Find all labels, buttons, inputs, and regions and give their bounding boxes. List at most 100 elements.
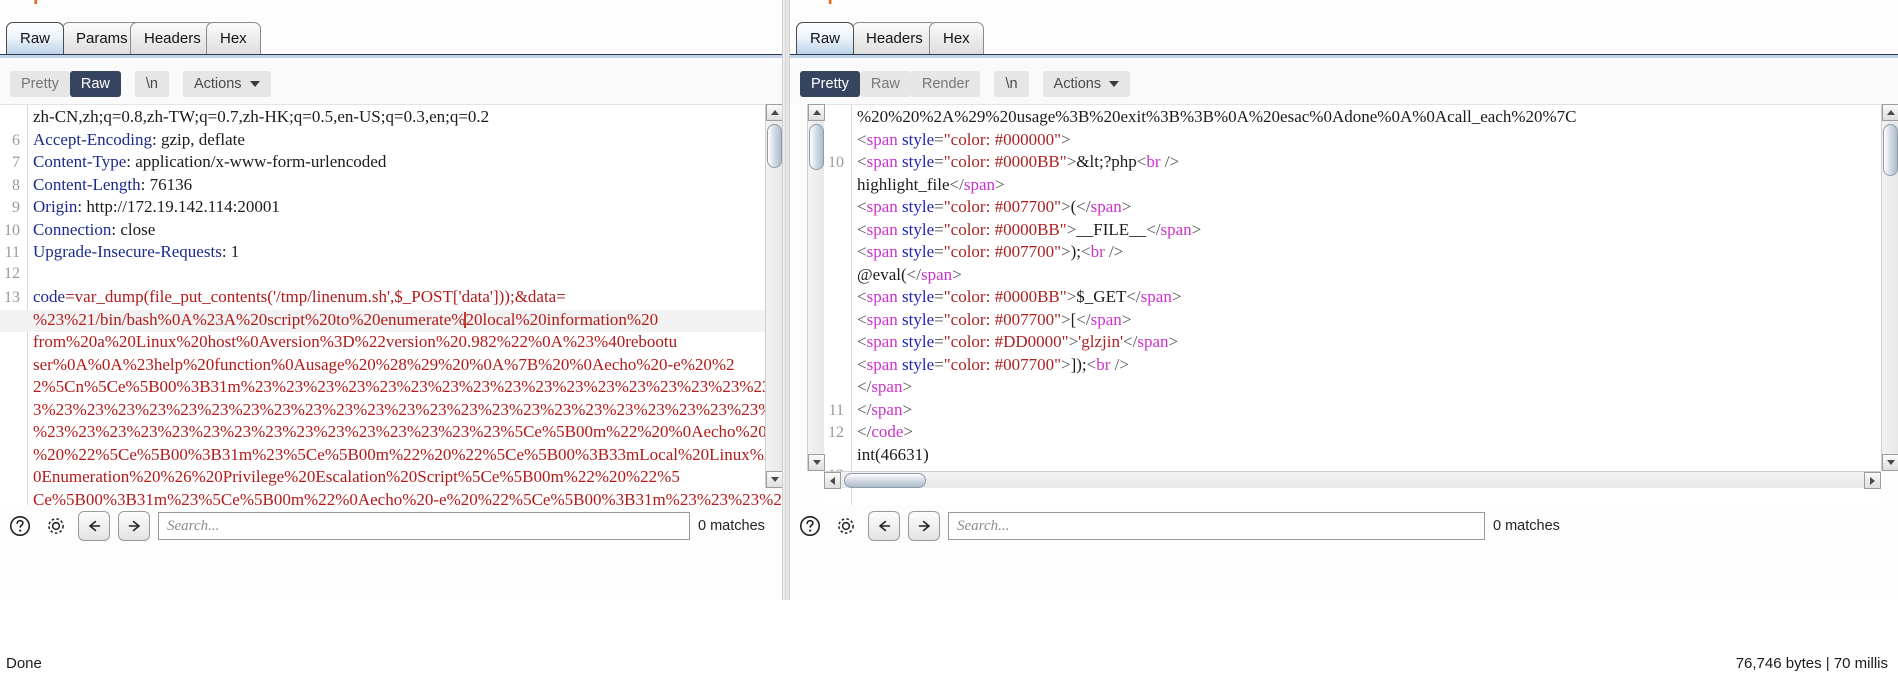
response-hscroll-thumb[interactable]	[844, 473, 926, 488]
response-actions-button[interactable]: Actions	[1042, 71, 1131, 97]
tab-request-headers[interactable]: Headers	[130, 22, 215, 54]
response-pretty-button[interactable]: Pretty	[800, 71, 860, 97]
scroll-right-arrow-icon[interactable]	[1864, 472, 1881, 489]
status-message: Done	[6, 655, 42, 672]
line-text: Accept-Encoding: gzip, deflate	[27, 130, 782, 150]
gear-icon[interactable]	[42, 512, 70, 540]
gear-icon[interactable]	[832, 512, 860, 540]
scroll-left-arrow-icon[interactable]	[824, 472, 841, 489]
line-text: 2%5Cn%5Ce%5B00%3B31m%23%23%23%23%23%23%2…	[33, 377, 782, 396]
span-color-value: #DD0000	[994, 332, 1062, 351]
body-param-name: code	[33, 287, 66, 306]
code-line: int(46631)	[824, 445, 1881, 468]
response-left-scrollbar[interactable]	[807, 104, 825, 471]
search-prev-button[interactable]	[78, 511, 110, 541]
pane-splitter[interactable]	[782, 0, 790, 600]
request-newline-button[interactable]: \n	[134, 71, 169, 97]
request-actions-label: Actions	[193, 76, 242, 92]
code-line: 12 </code>	[824, 422, 1881, 445]
line-text: Content-Length: 76136	[27, 175, 782, 195]
scroll-down-arrow-icon[interactable]	[808, 454, 825, 471]
line-text: Connection: close	[27, 220, 782, 240]
header-name: Accept-Encoding	[33, 129, 152, 149]
line-number: 6	[12, 131, 20, 149]
tab-response-raw[interactable]: Raw	[796, 22, 855, 54]
line-text: <span style="color: #0000BB">$_GET</span…	[857, 287, 1182, 306]
response-search-input[interactable]: Search...	[948, 512, 1485, 540]
search-next-button[interactable]	[908, 511, 940, 541]
span-content: 'glzjin'	[1078, 332, 1124, 351]
line-text: code=var_dump(file_put_contents('/tmp/li…	[27, 287, 782, 307]
header-name: Content-Type	[33, 152, 127, 171]
request-raw-button[interactable]: Raw	[69, 71, 121, 97]
scroll-up-arrow-icon[interactable]	[766, 104, 783, 121]
request-editor[interactable]: zh-CN,zh;q=0.8,zh-TW;q=0.7,zh-HK;q=0.5,e…	[0, 104, 782, 505]
line-text: @eval(</span>	[857, 264, 962, 284]
scroll-up-arrow-icon[interactable]	[1882, 104, 1898, 121]
response-left-scroll-thumb[interactable]	[809, 124, 824, 170]
response-tabstrip: Raw Headers Hex	[790, 18, 1898, 58]
header-value: http://172.19.142.114:20001	[82, 197, 280, 216]
span-color-value: #007700	[994, 197, 1055, 216]
response-horizontal-scrollbar[interactable]	[824, 471, 1881, 489]
code-line: Ce%5B00%3B31m%23%5Ce%5B00m%22%0Aecho%20-…	[0, 490, 782, 506]
span-content: highlight_file	[857, 174, 950, 194]
help-icon[interactable]	[6, 512, 34, 540]
tab-response-hex[interactable]: Hex	[929, 22, 984, 54]
response-raw-button[interactable]: Raw	[859, 71, 911, 97]
request-vscroll-thumb[interactable]	[767, 124, 782, 168]
request-tabstrip: Raw Params Headers Hex	[0, 18, 782, 58]
header-name: Origin	[33, 197, 78, 216]
request-search-bar: Search... 0 matches	[0, 505, 782, 547]
line-text: <span style="color: #007700">(</span>	[857, 197, 1132, 216]
span-color-value: #0000BB	[994, 287, 1060, 306]
code-line: 12	[0, 265, 782, 288]
response-vertical-scrollbar[interactable]	[1881, 104, 1898, 471]
line-text: Ce%5B00%3B31m%23%5Ce%5B00m%22%0Aecho%20-…	[33, 489, 782, 506]
tab-request-hex[interactable]: Hex	[206, 22, 261, 54]
request-match-count: 0 matches	[698, 518, 765, 534]
search-next-button[interactable]	[118, 511, 150, 541]
tab-request-raw[interactable]: Raw	[6, 22, 65, 54]
code-line: <span style="color: #000000">	[824, 130, 1881, 153]
line-text: %23%21/bin/bash%0A%23A%20script%20to%20e…	[27, 310, 782, 330]
response-vscroll-thumb[interactable]	[1883, 124, 1898, 176]
line-number: 10	[828, 154, 844, 171]
search-prev-button[interactable]	[868, 511, 900, 541]
code-line: </span>	[824, 377, 1881, 400]
code-line: <span style="color: #007700">(</span>	[824, 197, 1881, 220]
response-render-button[interactable]: Render	[910, 71, 981, 97]
line-number: 13	[4, 289, 20, 306]
code-line: %23%21/bin/bash%0A%23A%20script%20to%20e…	[0, 309, 782, 332]
request-search-input[interactable]: Search...	[158, 512, 690, 540]
request-pane-title: Request	[2, 0, 78, 6]
code-line: <span style="color: #007700">[</span>	[824, 310, 1881, 333]
burp-repeater-window: Request Raw Params Headers Hex Pretty Ra…	[0, 0, 1898, 695]
span-content: $_GET	[1076, 287, 1127, 306]
tab-response-headers[interactable]: Headers	[852, 22, 937, 54]
line-text: zh-CN,zh;q=0.8,zh-TW;q=0.7,zh-HK;q=0.5,e…	[33, 107, 490, 126]
span-color-value: #007700	[994, 354, 1055, 374]
request-actions-button[interactable]: Actions	[182, 71, 271, 97]
header-name: Upgrade-Insecure-Requests	[33, 242, 222, 261]
response-pane: Response Raw Headers Hex Pretty Raw Rend…	[790, 0, 1898, 600]
request-pretty-button[interactable]: Pretty	[10, 71, 70, 97]
line-text: Origin: http://172.19.142.114:20001	[27, 197, 782, 217]
response-newline-button[interactable]: \n	[994, 71, 1029, 97]
line-text: <span style="color: #007700">[</span>	[857, 309, 1132, 329]
line-text: %20%20%2A%29%20usage%3B%20exit%3B%3B%0A%…	[857, 107, 1577, 126]
response-editor[interactable]: %20%20%2A%29%20usage%3B%20exit%3B%3B%0A%…	[824, 104, 1881, 505]
code-line: 2%5Cn%5Ce%5B00%3B31m%23%23%23%23%23%23%2…	[0, 377, 782, 400]
span-content: );	[1070, 242, 1081, 261]
scroll-down-arrow-icon[interactable]	[1882, 454, 1898, 471]
scroll-up-arrow-icon[interactable]	[808, 104, 825, 121]
help-icon[interactable]	[796, 512, 824, 540]
code-line: %23%23%23%23%23%23%23%23%23%23%23%23%23%…	[0, 422, 782, 445]
chevron-down-icon	[249, 81, 260, 87]
span-color-value: #007700	[994, 309, 1055, 329]
request-toolbar: Pretty Raw \n Actions	[0, 64, 782, 104]
request-vertical-scrollbar[interactable]	[765, 104, 783, 488]
code-line: <span style="color: #DD0000">'glzjin'</s…	[824, 332, 1881, 355]
scroll-down-arrow-icon[interactable]	[766, 471, 783, 488]
header-value: application/x-www-form-urlencoded	[130, 152, 387, 171]
